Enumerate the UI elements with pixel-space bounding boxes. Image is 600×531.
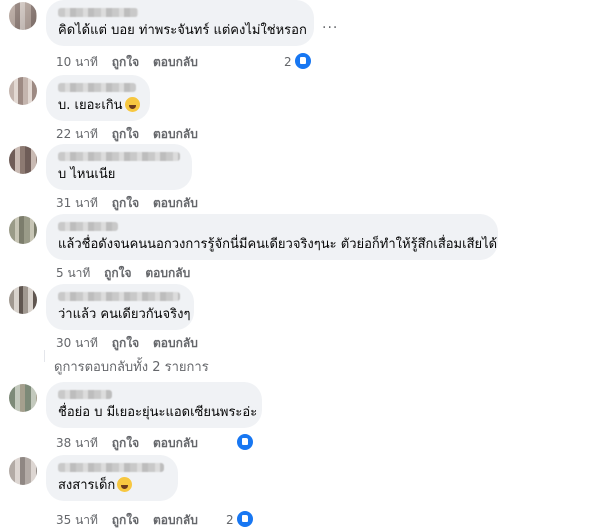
reaction-number: 2 <box>284 55 292 69</box>
reaction-count[interactable]: 2 <box>226 510 254 528</box>
avatar[interactable] <box>9 457 37 485</box>
view-replies-link[interactable]: ดูการตอบกลับทั้ง 2 รายการ <box>54 356 209 377</box>
reply-link[interactable]: ตอบกลับ <box>153 196 198 210</box>
comment-time[interactable]: 10 นาที <box>56 55 98 69</box>
reaction-number: 2 <box>226 513 234 527</box>
comment-text: บ. เยอะเกิน <box>58 97 140 115</box>
like-link[interactable]: ถูกใจ <box>112 336 139 350</box>
comment-meta: 35 นาที ถูกใจ ตอบกลับ <box>56 511 208 530</box>
comment-bubble: สงสารเด็ก <box>46 455 178 501</box>
comment-text: สงสารเด็ก <box>58 477 166 495</box>
comment-bubble: บ ไหนเนีย <box>46 144 192 190</box>
reply-link[interactable]: ตอบกลับ <box>153 127 198 141</box>
like-link[interactable]: ถูกใจ <box>104 266 131 280</box>
comment-text: แล้วชื่อดังจนคนนอกวงการรู้จักนี่มีคนเดีย… <box>58 237 498 252</box>
comment-meta: 38 นาที ถูกใจ ตอบกลับ <box>56 434 208 453</box>
comment-time[interactable]: 38 นาที <box>56 436 98 450</box>
comment-time[interactable]: 35 นาที <box>56 513 98 527</box>
comment-time[interactable]: 31 นาที <box>56 196 98 210</box>
reply-link[interactable]: ตอบกลับ <box>145 266 190 280</box>
comment-meta: 5 นาที ถูกใจ ตอบกลับ <box>56 264 200 283</box>
comment-bubble: บ. เยอะเกิน <box>46 75 150 121</box>
crying-emoji-icon <box>117 477 133 492</box>
comment-time[interactable]: 5 นาที <box>56 266 90 280</box>
comment-meta: 31 นาที ถูกใจ ตอบกลับ <box>56 194 208 213</box>
comment-bubble: ว่าแล้ว คนเดียวกันจริงๆ <box>46 284 194 330</box>
comment-text-content: สงสารเด็ก <box>58 478 116 493</box>
comment-text: ว่าแล้ว คนเดียวกันจริงๆ <box>58 307 191 322</box>
avatar[interactable] <box>9 146 37 174</box>
reply-thread-line <box>44 350 45 362</box>
commenter-name-blurred[interactable] <box>58 222 118 231</box>
like-icon <box>236 433 254 451</box>
avatar[interactable] <box>9 286 37 314</box>
commenter-name-blurred[interactable] <box>58 390 112 399</box>
avatar[interactable] <box>9 2 37 30</box>
comment-text: บ ไหนเนีย <box>58 167 116 182</box>
like-icon <box>235 510 254 528</box>
like-link[interactable]: ถูกใจ <box>112 436 139 450</box>
comment-text: ชื่อย่อ บ มีเยอะยุ่นะแอดเซียนพระอ่ะ <box>58 405 258 420</box>
avatar[interactable] <box>9 77 37 105</box>
comment-time[interactable]: 22 นาที <box>56 127 98 141</box>
like-link[interactable]: ถูกใจ <box>112 513 139 527</box>
commenter-name-blurred[interactable] <box>58 83 136 92</box>
commenter-name-blurred[interactable] <box>58 292 180 301</box>
comment-bubble: ชื่อย่อ บ มีเยอะยุ่นะแอดเซียนพระอ่ะ <box>46 382 262 428</box>
comment-meta: 10 นาที ถูกใจ ตอบกลับ <box>56 53 208 72</box>
comment-meta: 22 นาที ถูกใจ ตอบกลับ <box>56 125 208 144</box>
reaction-count[interactable]: 2 <box>284 52 312 70</box>
comment-time[interactable]: 30 นาที <box>56 336 98 350</box>
comment-text: คิดได้แต่ บอย ท่าพระจันทร์ แต่คงไม่ใช่หร… <box>58 23 307 38</box>
commenter-name-blurred[interactable] <box>58 8 138 17</box>
reply-link[interactable]: ตอบกลับ <box>153 336 198 350</box>
commenter-name-blurred[interactable] <box>58 463 164 472</box>
like-link[interactable]: ถูกใจ <box>112 196 139 210</box>
laughing-emoji-icon <box>124 97 140 112</box>
reaction-icon[interactable] <box>234 433 254 451</box>
avatar[interactable] <box>9 216 37 244</box>
comment-bubble: แล้วชื่อดังจนคนนอกวงการรู้จักนี่มีคนเดีย… <box>46 214 498 260</box>
more-options-icon[interactable]: ... <box>322 16 338 32</box>
comment-bubble: คิดได้แต่ บอย ท่าพระจันทร์ แต่คงไม่ใช่หร… <box>46 0 314 46</box>
reply-link[interactable]: ตอบกลับ <box>153 513 198 527</box>
comment-text-content: บ. เยอะเกิน <box>58 98 123 113</box>
like-icon <box>293 52 312 70</box>
avatar[interactable] <box>9 384 37 412</box>
like-link[interactable]: ถูกใจ <box>112 127 139 141</box>
reply-link[interactable]: ตอบกลับ <box>153 436 198 450</box>
commenter-name-blurred[interactable] <box>58 152 180 161</box>
reply-link[interactable]: ตอบกลับ <box>153 55 198 69</box>
like-link[interactable]: ถูกใจ <box>112 55 139 69</box>
comment-meta: 30 นาที ถูกใจ ตอบกลับ <box>56 334 208 353</box>
